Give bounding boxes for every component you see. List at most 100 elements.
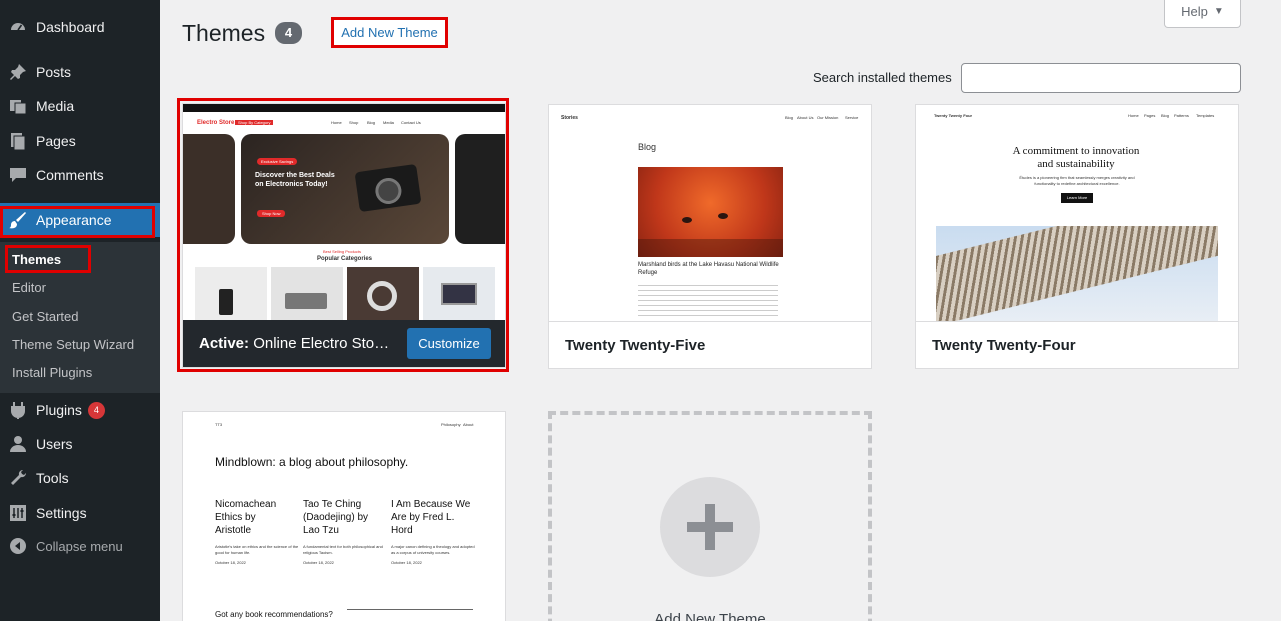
theme-name: Twenty Twenty-Five — [549, 321, 871, 368]
sidebar-item-users[interactable]: Users — [0, 427, 160, 461]
add-new-theme-label: Add New Theme — [654, 611, 766, 621]
theme-card-twenty-twenty-four[interactable]: Twenty Twenty Four Home Pages Blog Patte… — [915, 104, 1239, 369]
plugin-icon — [8, 400, 28, 420]
shot-brand: Electro Store — [197, 120, 235, 126]
active-theme-label: Active: Online Electro Stor… — [183, 335, 393, 352]
shot-hero-button: Shop Now — [257, 210, 286, 217]
shot-nav-0: Blog — [785, 115, 794, 120]
users-icon — [8, 434, 28, 454]
building-photo — [936, 226, 1218, 321]
pin-icon — [8, 62, 28, 82]
shot-post-excerpt-1: A fundamental text for both philosophica… — [303, 544, 383, 555]
theme-screenshot: Twenty Twenty Four Home Pages Blog Patte… — [916, 105, 1238, 321]
shot-headline-1: A commitment to innovation — [1012, 145, 1140, 157]
shot-hero-title-1: Discover the Best Deals — [255, 172, 335, 179]
submenu-themes[interactable]: Themes — [12, 252, 61, 267]
sidebar-item-settings[interactable]: Settings — [0, 496, 160, 530]
sidebar-item-label: Dashboard — [36, 19, 105, 35]
shot-nav-3: Media — [383, 120, 394, 125]
shot-site-title: TT3 — [215, 422, 223, 427]
appearance-submenu: Themes Editor Get Started Theme Setup Wi… — [0, 242, 160, 393]
shot-small-title: Best Selling Products — [323, 249, 362, 254]
sidebar-item-appearance[interactable]: Appearance — [0, 203, 160, 237]
comments-icon — [8, 165, 28, 185]
shot-nav-2: Blog — [367, 120, 376, 125]
shot-nav-4: Templates — [1196, 113, 1215, 118]
collapse-menu-button[interactable]: Collapse menu — [0, 529, 160, 563]
shot-heading: Blog — [638, 142, 657, 152]
sidebar-item-plugins[interactable]: Plugins 4 — [0, 393, 160, 427]
wrench-icon — [8, 468, 28, 488]
submenu-editor[interactable]: Editor — [12, 280, 46, 295]
shot-nav-1: Shop — [349, 120, 359, 125]
shot-site-title: Stories — [561, 115, 578, 121]
active-prefix: Active: — [199, 335, 250, 352]
sidebar-item-label: Collapse menu — [36, 538, 123, 554]
submenu-install-plugins[interactable]: Install Plugins — [12, 365, 92, 380]
theme-name: Twenty Twenty-Four — [916, 321, 1238, 368]
help-tab-button[interactable]: Help ▼ — [1164, 0, 1241, 28]
shot-nav-3: Patterns — [1174, 113, 1189, 118]
shot-nav-1: About Us — [797, 115, 814, 120]
theme-screenshot: TT3 Philosophy About Mindblown: a blog a… — [183, 412, 505, 621]
sidebar-item-label: Posts — [36, 64, 72, 80]
theme-screenshot: Stories Blog About Us Our Mission Servic… — [549, 105, 871, 321]
add-new-theme-button[interactable]: Add New Theme — [331, 17, 448, 48]
pages-icon — [8, 131, 28, 151]
shot-nav-2: Our Mission — [817, 115, 839, 120]
sidebar-item-label: Media — [36, 98, 75, 114]
admin-sidebar: Dashboard Posts Media Pages Comments App… — [0, 0, 160, 621]
shot-learn-more: Learn More — [1061, 193, 1093, 203]
shot-nav-0: Philosophy — [441, 422, 461, 427]
shot-nav-1: About — [463, 422, 474, 427]
dashboard-icon — [8, 17, 28, 37]
shot-nav-3: Service — [845, 115, 859, 120]
theme-card-twenty-twenty-five[interactable]: Stories Blog About Us Our Mission Servic… — [548, 104, 872, 369]
shot-site-title: Twenty Twenty Four — [934, 113, 973, 118]
sidebar-item-label: Tools — [36, 470, 69, 486]
shot-post-title-0: Nicomachean Ethics by Aristotle — [215, 499, 277, 536]
submenu-theme-setup-wizard[interactable]: Theme Setup Wizard — [12, 337, 134, 352]
shot-section-title: Popular Categories — [317, 256, 373, 262]
shot-post-excerpt-0: Aristotle's take on ethics and the scien… — [215, 544, 299, 555]
sidebar-item-media[interactable]: Media — [0, 89, 160, 123]
shot-nav-1: Pages — [1144, 113, 1156, 118]
settings-icon — [8, 503, 28, 523]
shot-post-date-2: October 18, 2022 — [391, 560, 422, 565]
sidebar-item-comments[interactable]: Comments — [0, 158, 160, 192]
camera-image — [354, 163, 422, 213]
shot-hero-title-2: on Electronics Today! — [255, 181, 328, 188]
search-label: Search installed themes — [813, 70, 952, 85]
sidebar-item-label: Settings — [36, 505, 87, 521]
shot-post-date-1: October 18, 2022 — [303, 560, 334, 565]
active-theme-bar: Active: Online Electro Stor… Customize — [183, 320, 505, 367]
shot-category-button: Shop By Category — [235, 120, 274, 125]
sidebar-item-label: Comments — [36, 167, 104, 183]
sidebar-item-label: Plugins — [36, 402, 82, 418]
shot-post-excerpt-2: A major canon defining a theology and ad… — [391, 544, 475, 555]
shot-hero-badge: Exclusive Savings — [257, 158, 298, 165]
shot-nav-0: Home — [1128, 113, 1139, 118]
shot-nav-4: Contact Us — [401, 120, 421, 125]
sidebar-item-dashboard[interactable]: Dashboard — [0, 10, 160, 44]
theme-count-badge: 4 — [275, 22, 302, 44]
shot-footer-question: Got any book recommendations? — [215, 610, 333, 619]
sidebar-item-tools[interactable]: Tools — [0, 461, 160, 495]
sidebar-item-label: Appearance — [36, 212, 112, 228]
media-icon — [8, 96, 28, 116]
shot-nav-0: Home — [331, 120, 342, 125]
sidebar-item-posts[interactable]: Posts — [0, 55, 160, 89]
collapse-icon — [8, 536, 28, 556]
submenu-get-started[interactable]: Get Started — [12, 309, 78, 324]
customize-button[interactable]: Customize — [407, 328, 491, 359]
add-new-theme-card[interactable]: Add New Theme — [548, 411, 872, 621]
theme-screenshot: Electro Store Shop By Category Home Shop… — [183, 104, 505, 320]
search-themes-input[interactable] — [961, 63, 1241, 93]
theme-card-twenty-twenty-three[interactable]: TT3 Philosophy About Mindblown: a blog a… — [182, 411, 506, 621]
theme-card-active[interactable]: Electro Store Shop By Category Home Shop… — [182, 103, 506, 368]
caret-down-icon: ▼ — [1213, 6, 1224, 17]
help-label: Help — [1181, 4, 1208, 19]
sidebar-item-label: Users — [36, 436, 73, 452]
paintbrush-icon — [8, 210, 28, 230]
sidebar-item-pages[interactable]: Pages — [0, 124, 160, 158]
